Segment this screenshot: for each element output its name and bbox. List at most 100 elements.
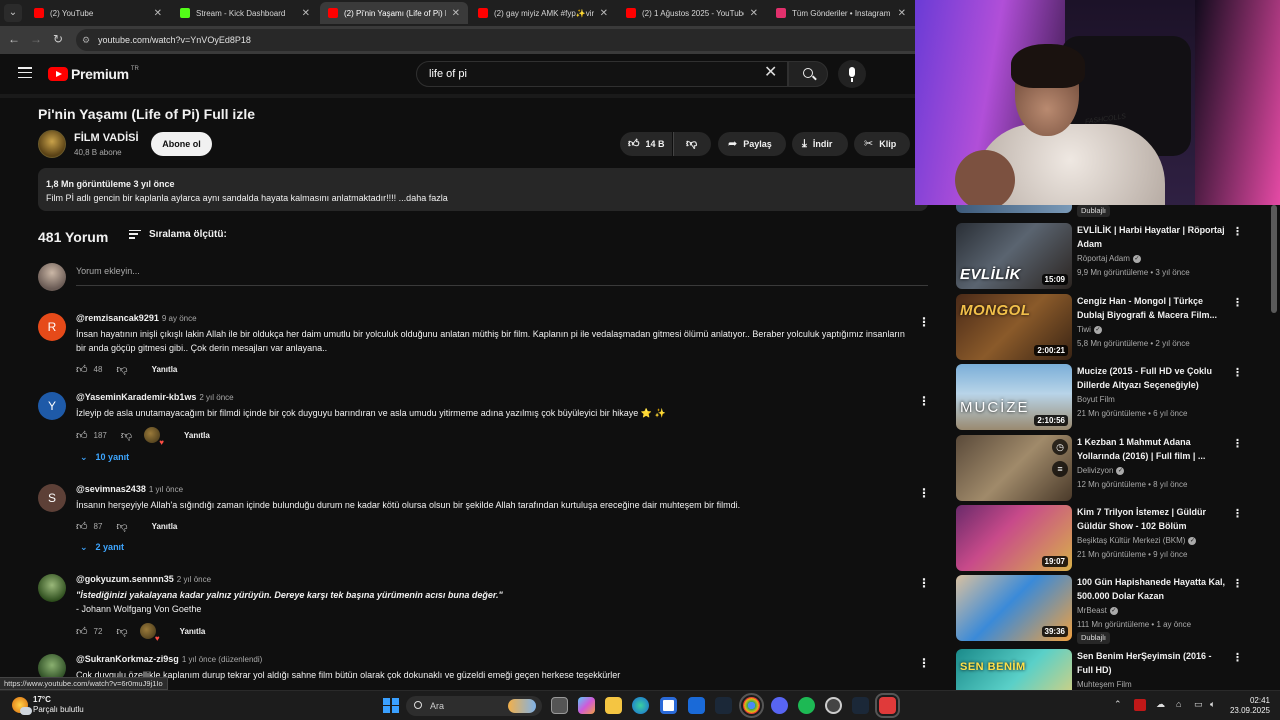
reply-button[interactable]: Yanıtla (180, 627, 206, 636)
comment-time[interactable]: 1 yıl önce (149, 485, 183, 494)
site-info-icon[interactable]: ⚙ (82, 29, 90, 51)
more-actions-icon[interactable]: ⋮ (918, 394, 930, 408)
menu-icon[interactable] (18, 67, 32, 79)
tray-app-icon[interactable] (1134, 699, 1146, 711)
weather-widget[interactable]: 17°C Parçalı bulutlu (12, 695, 84, 715)
thumbs-up-icon[interactable]: 👍︎ (76, 625, 88, 638)
channel-avatar[interactable] (38, 130, 66, 158)
recommended-channel[interactable]: Muhteşem Film (1077, 680, 1132, 689)
comment-author[interactable]: @gokyuzum.sennnn35 (76, 574, 174, 584)
steam-icon[interactable] (715, 697, 732, 714)
more-actions-icon[interactable]: ⋮ (1232, 651, 1243, 664)
dislike-button[interactable]: 👎︎ (673, 132, 711, 156)
browser-tab[interactable]: (2) gay miyiz AMK #fyp✨viral # ✕ (470, 2, 616, 24)
more-actions-icon[interactable]: ⋮ (1232, 296, 1243, 309)
thumbs-down-icon[interactable]: 👎︎ (116, 520, 127, 533)
tab-search-menu-button[interactable]: ⌄ (4, 4, 22, 22)
volume-icon[interactable]: 🔈︎ (1210, 699, 1215, 710)
add-comment-input[interactable]: Yorum ekleyin... (76, 264, 928, 286)
recommended-video-title[interactable]: EVLİLİK | Harbi Hayatlar | Röportaj Adam (1077, 223, 1227, 251)
comment-avatar[interactable]: S (38, 484, 66, 512)
copilot-icon[interactable] (578, 697, 595, 714)
more-actions-icon[interactable]: ⋮ (918, 315, 930, 329)
recommended-video[interactable]: EVLİLİK 15:09 EVLİLİK | Harbi Hayatlar | R… (956, 223, 1256, 289)
sort-comments-button[interactable]: Sıralama ölçütü: (129, 229, 227, 240)
recommended-video[interactable]: 19:07 Kim 7 Trilyon İstemez | Güldür Güld… (956, 505, 1256, 571)
video-thumbnail[interactable]: EVLİLİK 15:09 (956, 223, 1072, 289)
recommended-video[interactable]: MUCİZE 2:10:56 Mucize (2015 - Full HD ve Ç… (956, 364, 1256, 430)
close-tab-icon[interactable]: ✕ (154, 8, 162, 19)
voice-search-button[interactable] (838, 60, 866, 88)
youtube-premium-logo[interactable]: Premium TR (48, 66, 139, 82)
download-button[interactable]: ⤓ İndir (792, 132, 848, 156)
back-arrow-icon[interactable]: ← (6, 32, 22, 46)
description-box[interactable]: 1,8 Mn görüntüleme 3 yıl önce Film Pİ ad… (38, 168, 928, 211)
network-icon[interactable]: ⌂ (1176, 699, 1181, 709)
thumbs-down-icon[interactable]: 👎︎ (116, 625, 127, 638)
comment-avatar[interactable] (38, 574, 66, 602)
search-button[interactable] (788, 61, 828, 87)
video-thumbnail[interactable]: ◷ ≡ (956, 435, 1072, 501)
thumbs-up-icon[interactable]: 👍︎ (76, 363, 88, 376)
more-actions-icon[interactable]: ⋮ (918, 576, 930, 590)
browser-tab[interactable]: Stream - Kick Dashboard ✕ (172, 2, 318, 24)
forward-arrow-icon[interactable]: → (28, 32, 44, 46)
close-tab-icon[interactable]: ✕ (898, 8, 906, 19)
close-tab-icon[interactable]: ✕ (302, 8, 310, 19)
outlook-icon[interactable] (688, 697, 705, 714)
recommended-channel[interactable]: Tiwi ✓ (1077, 325, 1102, 334)
video-thumbnail[interactable]: MUCİZE 2:10:56 (956, 364, 1072, 430)
more-actions-icon[interactable]: ⋮ (1232, 225, 1243, 238)
more-actions-icon[interactable]: ⋮ (1232, 437, 1243, 450)
file-explorer-icon[interactable] (605, 697, 622, 714)
reply-button[interactable]: Yanıtla (152, 522, 178, 531)
recommended-video[interactable]: ◷ ≡ 1 Kezban 1 Mahmut Adana Yollarında (20… (956, 435, 1256, 501)
steam-client-icon[interactable] (852, 697, 869, 714)
add-to-queue-icon[interactable]: ≡ (1052, 461, 1068, 477)
comment-time[interactable]: 2 yıl önce (177, 575, 211, 584)
recommended-channel[interactable]: Boyut Film (1077, 395, 1115, 404)
recommended-video-title[interactable]: Cengiz Han - Mongol | Türkçe Dublaj Biyo… (1077, 294, 1227, 322)
task-view-icon[interactable] (551, 697, 568, 714)
more-actions-icon[interactable]: ⋮ (918, 656, 930, 670)
discord-icon[interactable] (771, 697, 788, 714)
watch-later-icon[interactable]: ◷ (1052, 439, 1068, 455)
recommended-channel[interactable]: Röportaj Adam ✓ (1077, 254, 1141, 263)
scrollbar-thumb[interactable] (1271, 205, 1277, 313)
video-player-bottom[interactable] (0, 94, 945, 98)
thumbs-up-icon[interactable]: 👍︎ (76, 429, 88, 442)
comment-avatar[interactable]: Y (38, 392, 66, 420)
close-tab-icon[interactable]: ✕ (452, 8, 460, 19)
edge-icon[interactable] (632, 697, 649, 714)
thumbs-up-icon[interactable]: 👍︎ (76, 520, 88, 533)
spotify-icon[interactable] (798, 697, 815, 714)
recommended-video[interactable]: MONGOL 2:00:21 Cengiz Han - Mongol | Türkç… (956, 294, 1256, 360)
comment-avatar[interactable]: R (38, 313, 66, 341)
more-actions-icon[interactable]: ⋮ (1232, 507, 1243, 520)
taskbar-search[interactable]: Ara (406, 696, 542, 716)
subscribe-button[interactable]: Abone ol (151, 132, 212, 156)
view-replies-button[interactable]: ⌄ 2 yanıt (80, 542, 124, 553)
thumbs-down-icon[interactable]: 👎︎ (121, 429, 132, 442)
clear-search-icon[interactable]: ✕ (764, 65, 777, 81)
recommended-video[interactable]: 39:36 100 Gün Hapishanede Hayatta Kal, 50… (956, 575, 1256, 644)
video-thumbnail[interactable]: 19:07 (956, 505, 1072, 571)
comment-author[interactable]: @sevimnas2438 (76, 484, 146, 494)
store-icon[interactable] (660, 697, 677, 714)
browser-tab[interactable]: Tüm Gönderiler • Instagram ✕ (768, 2, 914, 24)
comment-time[interactable]: 9 ay önce (162, 314, 197, 323)
clip-button[interactable]: ✂ Klip (854, 132, 910, 156)
more-actions-icon[interactable]: ⋮ (918, 486, 930, 500)
app-icon[interactable] (875, 693, 900, 718)
close-tab-icon[interactable]: ✕ (750, 8, 758, 19)
recommended-channel[interactable]: Beşiktaş Kültür Merkezi (BKM) ✓ (1077, 536, 1197, 545)
system-clock[interactable]: 02:41 23.09.2025 (1226, 696, 1270, 716)
reply-button[interactable]: Yanıtla (152, 365, 178, 374)
comment-time[interactable]: 2 yıl önce (199, 393, 233, 402)
recommended-video-title[interactable]: 100 Gün Hapishanede Hayatta Kal, 500.000… (1077, 575, 1227, 603)
more-actions-icon[interactable]: ⋮ (1232, 366, 1243, 379)
search-input[interactable]: life of pi (416, 61, 788, 87)
recommended-channel[interactable]: MrBeast ✓ (1077, 606, 1118, 615)
more-actions-icon[interactable]: ⋮ (1232, 577, 1243, 590)
recommended-video-title[interactable]: Kim 7 Trilyon İstemez | Güldür Güldür Sh… (1077, 505, 1227, 533)
